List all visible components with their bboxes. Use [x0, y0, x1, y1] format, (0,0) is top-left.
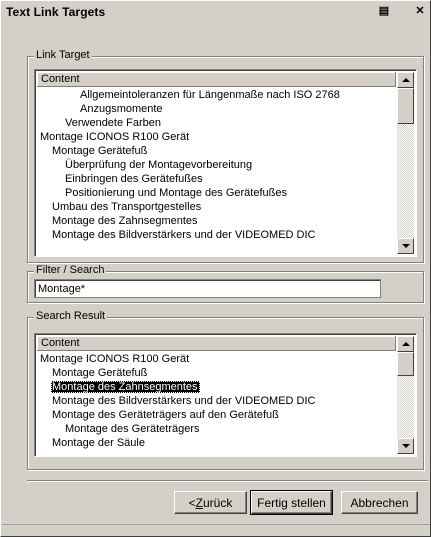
title-bar[interactable]: Text Link Targets ▤ ✕ [2, 2, 430, 21]
list-item[interactable]: Verwendete Farben [37, 116, 396, 130]
list-item[interactable]: Montage Gerätefuß [37, 144, 396, 158]
arrow-down-icon [401, 444, 410, 448]
scroll-down-button[interactable] [397, 438, 414, 454]
list-item[interactable]: Anzugsmomente [37, 102, 396, 116]
arrow-down-icon [401, 244, 410, 248]
list-item[interactable]: Montage des Zahnsegmentes [37, 380, 396, 394]
filter-search-input[interactable] [34, 279, 381, 298]
filter-label: Filter / Search [34, 264, 107, 276]
list-item[interactable]: Umbau des Transportgestelles [37, 200, 396, 214]
search-result-rows: Montage ICONOS R100 Gerät Montage Gerätef… [37, 352, 396, 450]
list-item-label: Verwendete Farben [65, 117, 162, 129]
link-target-column-header[interactable]: Content [37, 72, 396, 87]
list-item-label: Montage des Geräteträgers auf den Geräte… [52, 409, 279, 421]
list-item-label: Montage des Zahnsegmentes [52, 215, 198, 227]
list-item[interactable]: Montage des Geräteträgers [37, 422, 396, 436]
list-item-label: Montage des Zahnsegmentes [51, 381, 200, 393]
back-prefix: < [188, 495, 196, 510]
finish-button[interactable]: Fertig stellen [250, 490, 333, 515]
list-item[interactable]: Positionierung und Montage des Gerätefuß… [37, 186, 396, 200]
link-target-label: Link Target [34, 49, 92, 61]
list-item-label: Allgemeintoleranzen für Längenmaße nach … [80, 89, 340, 101]
link-target-list[interactable]: Content Allgemeintoleranzen für Längenma… [34, 69, 417, 257]
list-item[interactable]: Montage des Bildverstärkers und der VIDE… [37, 228, 396, 242]
list-item[interactable]: Allgemeintoleranzen für Längenmaße nach … [37, 88, 396, 102]
list-item-label: Montage des Bildverstärkers und der VIDE… [52, 395, 316, 407]
arrow-up-icon [401, 78, 410, 82]
list-item-label: Anzugsmomente [80, 103, 163, 115]
list-item-label: Umbau des Transportgestelles [52, 201, 202, 213]
list-item-label: Montage des Bildverstärkers und der VIDE… [52, 229, 316, 241]
back-mnemonic: Z [195, 495, 203, 510]
list-item-label: Positionierung und Montage des Gerätefuß… [65, 187, 287, 199]
arrow-up-icon [401, 342, 410, 346]
window-menu-icon[interactable]: ▤ [376, 4, 392, 18]
list-item[interactable]: Überprüfung der Montagevorbereitung [37, 158, 396, 172]
scroll-thumb[interactable] [397, 88, 414, 124]
search-result-list[interactable]: Content Montage ICONOS R100 Gerät Montage… [34, 333, 417, 457]
dialog-window: Text Link Targets ▤ ✕ Link Target Conten… [0, 0, 431, 537]
search-result-scrollbar[interactable] [397, 336, 414, 454]
list-item[interactable]: Montage des Bildverstärkers und der VIDE… [37, 394, 396, 408]
close-icon[interactable]: ✕ [412, 4, 428, 18]
link-target-scrollbar[interactable] [397, 72, 414, 254]
list-item-label: Montage ICONOS R100 Gerät [40, 353, 190, 365]
list-item-label: Überprüfung der Montagevorbereitung [65, 159, 253, 171]
list-item[interactable]: Montage Gerätefuß [37, 366, 396, 380]
list-item[interactable]: Montage ICONOS R100 Gerät [37, 352, 396, 366]
scroll-down-button[interactable] [397, 238, 414, 254]
scroll-up-button[interactable] [397, 72, 414, 88]
list-item[interactable]: Montage des Geräteträgers auf den Geräte… [37, 408, 396, 422]
list-item-label: Montage ICONOS R100 Gerät [40, 131, 190, 143]
scroll-up-button[interactable] [397, 336, 414, 352]
list-item[interactable]: Montage des Zahnsegmentes [37, 214, 396, 228]
list-item-label: Einbringen des Gerätefußes [65, 173, 203, 185]
scroll-thumb[interactable] [397, 352, 414, 376]
list-item-label: Montage der Säule [52, 437, 145, 449]
back-label: urück [203, 495, 233, 510]
back-button[interactable]: < Zurück [174, 491, 247, 514]
status-strip [2, 524, 430, 536]
button-divider [27, 480, 428, 482]
list-item[interactable]: Montage ICONOS R100 Gerät [37, 130, 396, 144]
search-result-column-header[interactable]: Content [37, 336, 396, 351]
window-title: Text Link Targets [6, 5, 106, 19]
cancel-button[interactable]: Abbrechen [341, 491, 418, 514]
list-item-label: Montage des Geräteträgers [65, 423, 200, 435]
list-item[interactable]: Montage der Säule [37, 436, 396, 450]
link-target-rows: Allgemeintoleranzen für Längenmaße nach … [37, 88, 396, 242]
search-result-label: Search Result [34, 310, 108, 322]
list-item[interactable]: Einbringen des Gerätefußes [37, 172, 396, 186]
list-item-label: Montage Gerätefuß [52, 145, 148, 157]
list-item-label: Montage Gerätefuß [52, 367, 148, 379]
